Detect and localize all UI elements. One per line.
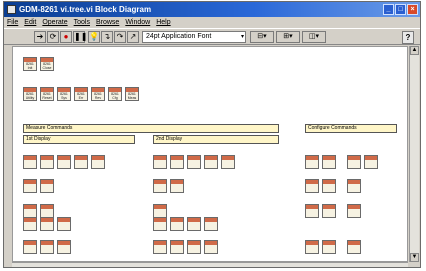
context-help-icon[interactable]: ? — [402, 31, 414, 44]
vi-node[interactable] — [23, 179, 37, 193]
vi-node[interactable] — [322, 204, 336, 218]
vi-node-close[interactable]: 8261 Close — [40, 57, 54, 71]
step-into-icon[interactable]: ↴ — [101, 31, 113, 43]
step-over-icon[interactable]: ↷ — [114, 31, 126, 43]
close-button[interactable]: × — [407, 4, 418, 15]
vi-node[interactable] — [305, 155, 319, 169]
vi-node[interactable] — [40, 155, 54, 169]
menu-help[interactable]: Help — [156, 19, 170, 26]
title-bar[interactable]: GDM-8261 vi.tree.vi Block Diagram _ □ × — [4, 2, 420, 17]
vi-node[interactable] — [347, 204, 361, 218]
menu-browse[interactable]: Browse — [96, 19, 119, 26]
vi-node[interactable] — [204, 155, 218, 169]
vi-node[interactable] — [23, 155, 37, 169]
vertical-scrollbar[interactable]: ▲ ▼ — [409, 46, 419, 262]
vi-node[interactable] — [40, 240, 54, 254]
labview-app-icon — [7, 5, 16, 14]
vi-node[interactable] — [170, 217, 184, 231]
distribute-objects-button[interactable]: ⊞▾ — [276, 31, 300, 43]
vi-node-utility-4[interactable]: 8261 Err — [74, 87, 88, 101]
window-controls: _ □ × — [383, 4, 418, 15]
section-configure-commands: Configure Commands — [305, 124, 397, 133]
menu-file[interactable]: File — [7, 19, 18, 26]
menu-window[interactable]: Window — [125, 19, 150, 26]
vi-node[interactable] — [204, 240, 218, 254]
vi-node[interactable] — [91, 155, 105, 169]
vi-node[interactable] — [23, 217, 37, 231]
vi-node[interactable] — [57, 217, 71, 231]
vi-node[interactable] — [153, 204, 167, 218]
menu-operate[interactable]: Operate — [42, 19, 67, 26]
vi-node[interactable] — [40, 179, 54, 193]
menu-edit[interactable]: Edit — [24, 19, 36, 26]
vi-node[interactable] — [23, 240, 37, 254]
align-objects-button[interactable]: ⊟▾ — [250, 31, 274, 43]
vi-node[interactable] — [322, 240, 336, 254]
reorder-button[interactable]: ◫▾ — [302, 31, 326, 43]
vi-node[interactable] — [153, 217, 167, 231]
vi-node-utility-6[interactable]: 8261 Cfg — [108, 87, 122, 101]
vi-node[interactable] — [187, 240, 201, 254]
vi-node[interactable] — [153, 179, 167, 193]
scroll-up-icon[interactable]: ▲ — [410, 46, 419, 55]
run-arrow-icon[interactable]: ➔ — [34, 31, 46, 43]
step-out-icon[interactable]: ↗ — [127, 31, 139, 43]
vi-node[interactable] — [187, 155, 201, 169]
vi-node[interactable] — [305, 240, 319, 254]
pause-icon[interactable]: ❚❚ — [73, 31, 87, 43]
toolbar: ➔ ⟳ ● ❚❚ 💡 ↴ ↷ ↗ 24pt Application Font ▾… — [4, 28, 420, 45]
vi-node[interactable] — [347, 179, 361, 193]
vi-node[interactable] — [204, 217, 218, 231]
highlight-execution-icon[interactable]: 💡 — [88, 31, 100, 43]
menu-bar: File Edit Operate Tools Browse Window He… — [4, 17, 420, 28]
vi-node-utility-2[interactable]: 8261 Reset — [40, 87, 54, 101]
vi-node[interactable] — [170, 179, 184, 193]
font-select[interactable]: 24pt Application Font ▾ — [142, 31, 246, 43]
scroll-down-icon[interactable]: ▼ — [410, 253, 419, 262]
vi-node-utility-7[interactable]: 8261 Meas — [125, 87, 139, 101]
vi-node-utility-5[interactable]: 8261 Rev — [91, 87, 105, 101]
minimize-button[interactable]: _ — [383, 4, 394, 15]
vi-node[interactable] — [364, 155, 378, 169]
vi-node[interactable] — [305, 204, 319, 218]
vi-node[interactable] — [322, 179, 336, 193]
vi-node-utility-1[interactable]: 8261 Utility — [23, 87, 37, 101]
vi-node[interactable] — [40, 204, 54, 218]
block-diagram-canvas[interactable]: 8261 Init 8261 Close 8261 Utility 8261 Reset… — [12, 46, 408, 262]
maximize-button[interactable]: □ — [395, 4, 406, 15]
vi-node-utility-3[interactable]: 8261 Sys — [57, 87, 71, 101]
vi-node[interactable] — [347, 240, 361, 254]
window-title: GDM-8261 vi.tree.vi Block Diagram — [19, 5, 152, 14]
vi-node[interactable] — [347, 155, 361, 169]
menu-tools[interactable]: Tools — [74, 19, 90, 26]
vi-node[interactable] — [170, 155, 184, 169]
vi-node[interactable] — [57, 240, 71, 254]
vi-node[interactable] — [40, 217, 54, 231]
section-measure-commands: Measure Commands — [23, 124, 279, 133]
section-2nd-display: 2nd Display — [153, 135, 279, 144]
vi-node[interactable] — [153, 240, 167, 254]
vi-node[interactable] — [153, 155, 167, 169]
vi-node[interactable] — [74, 155, 88, 169]
abort-icon[interactable]: ● — [60, 31, 72, 43]
vi-node[interactable] — [170, 240, 184, 254]
font-select-value: 24pt Application Font — [146, 33, 212, 40]
horizontal-scrollbar[interactable] — [12, 262, 408, 267]
vi-node[interactable] — [305, 179, 319, 193]
vi-node[interactable] — [187, 217, 201, 231]
section-1st-display: 1st Display — [23, 135, 135, 144]
run-continuously-icon[interactable]: ⟳ — [47, 31, 59, 43]
vi-node-init[interactable]: 8261 Init — [23, 57, 37, 71]
chevron-down-icon: ▾ — [240, 34, 244, 40]
vi-node[interactable] — [322, 155, 336, 169]
block-diagram-window: GDM-8261 vi.tree.vi Block Diagram _ □ × … — [3, 1, 421, 268]
vi-node[interactable] — [23, 204, 37, 218]
vi-node[interactable] — [57, 155, 71, 169]
vi-node[interactable] — [221, 155, 235, 169]
